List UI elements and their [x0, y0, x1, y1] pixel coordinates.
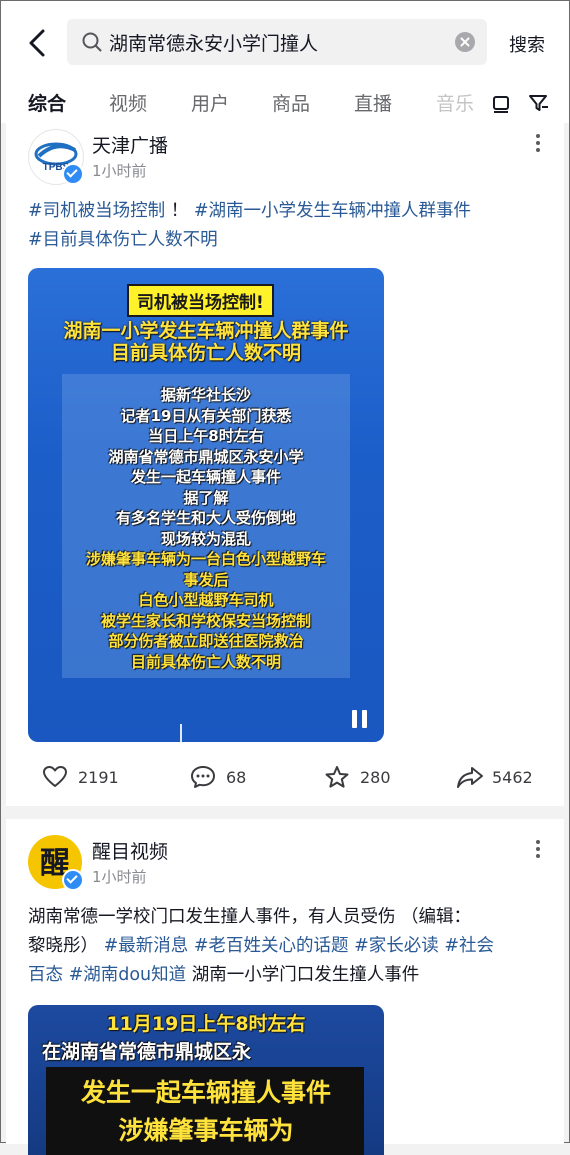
author-name[interactable]: 醒目视频	[92, 837, 168, 864]
video-body-line: 记者19日从有关部门获悉	[120, 406, 292, 425]
tab-video[interactable]: 视频	[109, 89, 147, 116]
share-arrow-icon	[457, 767, 483, 788]
video-header-text: 司机被当场控制!	[127, 284, 274, 317]
video-thumbnail[interactable]: 11月19日上午8时左右 在湖南省常德市鼎城区永 发生一起车辆撞人事件 涉嫌肇事…	[28, 1005, 384, 1155]
action-bar: 2191 68 280 5462	[6, 763, 564, 797]
video-body-line: 事发后	[183, 570, 229, 589]
post-time: 1小时前	[92, 162, 147, 180]
pause-icon[interactable]	[352, 710, 370, 728]
video-title-line: 目前具体伤亡人数不明	[110, 342, 301, 364]
author-name[interactable]: 天津广播	[92, 131, 168, 158]
hashtag[interactable]: #目前具体伤亡人数不明	[28, 230, 218, 250]
post-description: 湖南常德一学校门口发生撞人事件，有人员受伤 （编辑： 黎晓彤） #最新消息 #老…	[28, 903, 543, 990]
video-body-line: 白色小型越野车司机	[138, 591, 274, 609]
tab-comprehensive[interactable]: 综合	[28, 89, 66, 116]
hashtag[interactable]: #社会	[444, 936, 494, 956]
video-body-line: 有多名学生和大人受伤倒地	[115, 509, 296, 527]
video-body-line: 发生一起车辆撞人事件	[130, 468, 281, 486]
layout-toggle-icon[interactable]	[490, 92, 512, 114]
video-body-line: 湖南省常德市鼎城区永安小学	[108, 447, 304, 466]
favorite-count: 280	[360, 768, 391, 787]
comment-icon	[191, 766, 215, 788]
video-thumbnail[interactable]: 司机被当场控制! 湖南一小学发生车辆冲撞人群事件 目前具体伤亡人数不明 据新华社…	[28, 268, 384, 742]
top-bar: 湖南常德永安小学门撞人 搜索	[1, 1, 569, 81]
hashtag[interactable]: #司机被当场控制	[28, 201, 165, 221]
video-text-line: 涉嫌肇事车辆为	[118, 1116, 294, 1145]
video-body-line: 被学生家长和学校保安当场控制	[100, 611, 311, 630]
video-body-line: 现场较为混乱	[160, 529, 251, 548]
hashtag[interactable]: 百态	[28, 965, 63, 985]
tab-live[interactable]: 直播	[354, 89, 392, 116]
verified-badge-icon	[62, 869, 84, 891]
share-count: 5462	[492, 768, 533, 787]
more-options-icon[interactable]	[528, 837, 548, 861]
hashtag[interactable]: #湖南一小学发生车辆冲撞人群事件	[194, 201, 471, 221]
video-body-line: 部分伤者被立即送往医院救治	[108, 632, 304, 650]
video-text-line: 11月19日上午8时左右	[106, 1013, 306, 1035]
back-arrow-icon[interactable]	[23, 27, 53, 59]
filter-icon[interactable]	[527, 92, 549, 114]
tab-products[interactable]: 商品	[272, 89, 310, 116]
search-button[interactable]: 搜索	[509, 31, 545, 57]
tab-users[interactable]: 用户	[191, 89, 229, 116]
video-text-line: 发生一起车辆撞人事件	[80, 1078, 331, 1107]
progress-marker	[180, 724, 182, 742]
video-body-line: 据了解	[183, 488, 229, 507]
video-body-line: 当日上午8时左右	[148, 427, 264, 445]
hashtag[interactable]: #家长必读	[354, 936, 439, 956]
comment-count: 68	[226, 768, 247, 787]
search-input[interactable]: 湖南常德永安小学门撞人	[67, 19, 487, 65]
video-body-line: 涉嫌肇事车辆为一台白色小型越野车	[85, 550, 326, 568]
post-description: #司机被当场控制 ！ #湖南一小学发生车辆冲撞人群事件 #目前具体伤亡人数不明	[28, 197, 543, 255]
desc-text: 湖南常德一学校门口发生撞人事件，有人员受伤 （编辑：	[28, 907, 472, 927]
desc-separator: ！	[165, 201, 189, 221]
verified-badge-icon	[62, 163, 84, 185]
star-icon	[325, 766, 349, 788]
clear-icon[interactable]	[455, 32, 475, 52]
search-query-text[interactable]: 湖南常德永安小学门撞人	[109, 29, 318, 56]
video-text-line: 在湖南省常德市鼎城区永	[42, 1041, 252, 1063]
video-body-line: 据新华社长沙	[160, 386, 251, 404]
heart-icon	[43, 766, 67, 787]
post-card[interactable]: 醒 醒目视频 1小时前 湖南常德一学校门口发生撞人事件，有人员受伤 （编辑： 黎…	[6, 819, 564, 1155]
more-options-icon[interactable]	[528, 131, 548, 155]
result-tabs: 综合 视频 用户 商品 直播 音乐	[1, 81, 569, 123]
desc-text: 湖南一小学门口发生撞人事件	[191, 965, 420, 985]
desc-text: 黎晓彤）	[28, 936, 98, 956]
like-count: 2191	[78, 768, 119, 787]
search-icon	[82, 32, 102, 52]
tab-music[interactable]: 音乐	[436, 89, 474, 116]
hashtag[interactable]: #老百姓关心的话题	[194, 936, 349, 956]
post-time: 1小时前	[92, 868, 147, 886]
hashtag[interactable]: #湖南dou知道	[69, 965, 187, 985]
post-card[interactable]: TPBS 天津广播 1小时前 #司机被当场控制 ！ #湖南一小学发生车辆冲撞人群…	[6, 123, 564, 806]
hashtag[interactable]: #最新消息	[104, 936, 189, 956]
video-body-line: 目前具体伤亡人数不明	[130, 652, 281, 671]
